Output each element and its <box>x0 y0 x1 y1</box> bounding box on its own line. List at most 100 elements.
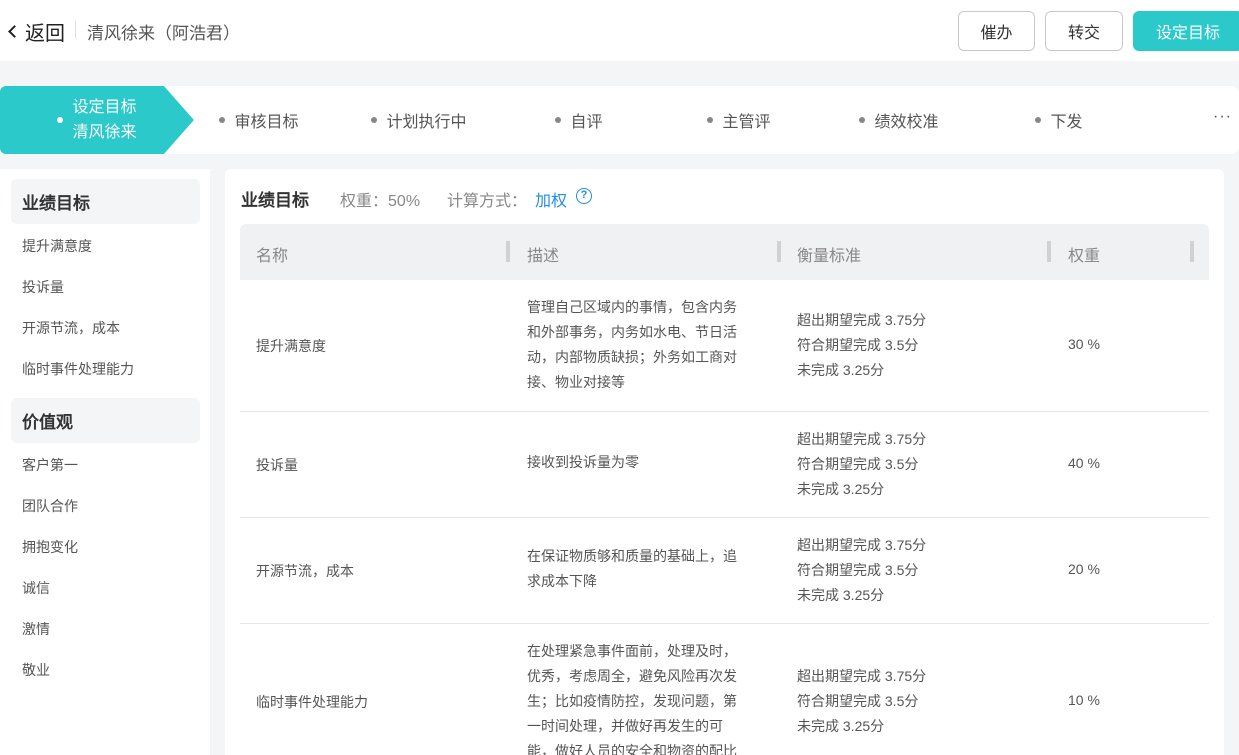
urge-button[interactable]: 催办 <box>958 11 1035 51</box>
page-title: 清风徐来（阿浩君） <box>87 24 240 43</box>
standard-line: 未完成 3.25分 <box>797 362 885 378</box>
desc-line: 生；比如疫情防控，发现问题，第 <box>527 693 737 709</box>
desc-line: 一时间处理，并做好再发生的可 <box>527 718 723 734</box>
step-dot-icon <box>859 117 866 123</box>
sidebar-item[interactable]: 临时事件处理能力 <box>22 359 134 379</box>
section-title: 业绩目标 <box>241 191 309 210</box>
desc-line: 求成本下降 <box>527 573 597 589</box>
step-dot-icon <box>219 117 226 123</box>
goal-sidebar: 业绩目标 提升满意度 投诉量 开源节流，成本 临时事件处理能力 价值观 客户第一… <box>0 169 210 755</box>
step-dot-icon <box>1035 117 1042 123</box>
row-desc: 管理自己区域内的事情，包含内务 和外部事务，内务如水电、节日活 动，内部物质缺损… <box>527 295 759 395</box>
step-label: 绩效校准 <box>874 114 939 131</box>
standard-line: 符合期望完成 3.5分 <box>797 337 919 353</box>
step-sublabel: 清风徐来 <box>72 124 137 141</box>
sidebar-item[interactable]: 提升满意度 <box>22 236 92 256</box>
table-row: 提升满意度 管理自己区域内的事情，包含内务 和外部事务，内务如水电、节日活 动，… <box>240 280 1209 412</box>
row-weight: 40 % <box>1068 455 1100 471</box>
standard-line: 未完成 3.25分 <box>797 718 885 734</box>
row-standard: 超出期望完成 3.75分 符合期望完成 3.5分 未完成 3.25分 <box>797 664 926 739</box>
step-dot-icon <box>555 117 562 123</box>
desc-line: 动，内部物质缺损；外务如工商对 <box>527 349 737 365</box>
sidebar-group-values[interactable]: 价值观 <box>11 398 200 443</box>
row-weight: 20 % <box>1068 561 1100 577</box>
help-icon[interactable]: ? <box>576 188 592 204</box>
sidebar-item[interactable]: 开源节流，成本 <box>22 318 120 338</box>
row-name: 开源节流，成本 <box>256 563 354 579</box>
desc-line: 能，做好人员的安全和物资的配比 <box>527 743 737 755</box>
calc-method-label: 计算方式： <box>447 193 528 210</box>
sidebar-item[interactable]: 激情 <box>22 619 50 639</box>
step-dot-icon <box>371 117 378 123</box>
top-header: 返回 清风徐来（阿浩君） 催办 转交 设定目标 <box>0 0 1239 61</box>
row-standard: 超出期望完成 3.75分 符合期望完成 3.5分 未完成 3.25分 <box>797 308 926 383</box>
weight-label: 权重： <box>340 193 389 210</box>
weight-value: 50% <box>388 193 421 210</box>
standard-line: 超出期望完成 3.75分 <box>797 312 927 328</box>
step-label: 下发 <box>1050 114 1083 131</box>
step-label: 计划执行中 <box>386 114 467 131</box>
calc-method-link[interactable]: 加权 <box>535 187 567 211</box>
standard-line: 符合期望完成 3.5分 <box>797 562 919 578</box>
chevron-left-icon <box>8 25 21 38</box>
sidebar-group-performance[interactable]: 业绩目标 <box>11 179 200 224</box>
back-button[interactable]: 返回 <box>6 17 65 46</box>
standard-line: 未完成 3.25分 <box>797 587 885 603</box>
row-desc: 接收到投诉量为零 <box>527 450 759 475</box>
sidebar-item[interactable]: 投诉量 <box>22 277 64 297</box>
step-label: 自评 <box>570 114 603 131</box>
process-steps: 设定目标 清风徐来 审核目标 计划执行中 自评 主管评 绩效校准 下发 <box>0 86 1239 154</box>
section-weight: 权重：50% <box>340 187 420 211</box>
desc-line: 管理自己区域内的事情，包含内务 <box>527 299 737 315</box>
desc-line: 接、物业对接等 <box>527 374 625 390</box>
standard-line: 符合期望完成 3.5分 <box>797 693 919 709</box>
table-header: 名称 描述 衡量标准 权重 <box>240 224 1209 280</box>
table-row: 开源节流，成本 在保证物质够和质量的基础上，追 求成本下降 超出期望完成 3.7… <box>240 518 1209 624</box>
sidebar-item[interactable]: 诚信 <box>22 578 50 598</box>
transfer-button[interactable]: 转交 <box>1045 11 1123 51</box>
desc-line: 在处理紧急事件面前，处理及时， <box>527 643 737 659</box>
row-name: 投诉量 <box>256 457 298 473</box>
sidebar-item[interactable]: 团队合作 <box>22 496 78 516</box>
table-row: 投诉量 接收到投诉量为零 超出期望完成 3.75分 符合期望完成 3.5分 未完… <box>240 412 1209 518</box>
step-label: 审核目标 <box>234 114 299 131</box>
standard-line: 超出期望完成 3.75分 <box>797 668 927 684</box>
desc-line: 接收到投诉量为零 <box>527 454 639 470</box>
row-standard: 超出期望完成 3.75分 符合期望完成 3.5分 未完成 3.25分 <box>797 427 926 502</box>
desc-line: 和外部事务，内务如水电、节日活 <box>527 324 737 340</box>
desc-line: 优秀，考虑周全，避免风险再次发 <box>527 668 737 684</box>
set-goal-button[interactable]: 设定目标 <box>1133 11 1239 51</box>
back-label: 返回 <box>25 23 65 45</box>
column-resize-handle[interactable] <box>506 241 510 262</box>
column-header-weight: 权重 <box>1068 248 1101 265</box>
row-desc: 在保证物质够和质量的基础上，追 求成本下降 <box>527 544 759 594</box>
standard-line: 未完成 3.25分 <box>797 481 885 497</box>
column-resize-handle[interactable] <box>1190 241 1194 262</box>
column-header-desc: 描述 <box>527 248 560 265</box>
row-standard: 超出期望完成 3.75分 符合期望完成 3.5分 未完成 3.25分 <box>797 533 926 608</box>
desc-line: 在保证物质够和质量的基础上，追 <box>527 548 737 564</box>
step-dot-icon <box>57 117 64 123</box>
column-resize-handle[interactable] <box>1047 241 1051 262</box>
header-divider <box>75 20 76 38</box>
column-header-name: 名称 <box>256 248 289 265</box>
row-weight: 30 % <box>1068 336 1100 352</box>
table-row: 临时事件处理能力 在处理紧急事件面前，处理及时， 优秀，考虑周全，避免风险再次发… <box>240 624 1209 755</box>
standard-line: 符合期望完成 3.5分 <box>797 456 919 472</box>
row-name: 临时事件处理能力 <box>256 694 368 710</box>
sidebar-item[interactable]: 客户第一 <box>22 455 78 475</box>
more-steps-icon[interactable]: ··· <box>1213 108 1232 126</box>
row-weight: 10 % <box>1068 692 1100 708</box>
standard-line: 超出期望完成 3.75分 <box>797 431 927 447</box>
step-label: 主管评 <box>722 114 771 131</box>
row-name: 提升满意度 <box>256 338 326 354</box>
step-label: 设定目标 <box>72 99 137 116</box>
column-header-standard: 衡量标准 <box>797 248 862 265</box>
standard-line: 超出期望完成 3.75分 <box>797 537 927 553</box>
goal-panel: 业绩目标 权重：50% 计算方式： 加权 ? 名称 描述 衡量标准 权重 提升满… <box>225 169 1224 755</box>
step-dot-icon <box>707 117 714 123</box>
column-resize-handle[interactable] <box>777 241 781 262</box>
row-desc: 在处理紧急事件面前，处理及时， 优秀，考虑周全，避免风险再次发 生；比如疫情防控… <box>527 639 759 755</box>
sidebar-item[interactable]: 拥抱变化 <box>22 537 78 557</box>
sidebar-item[interactable]: 敬业 <box>22 660 50 680</box>
